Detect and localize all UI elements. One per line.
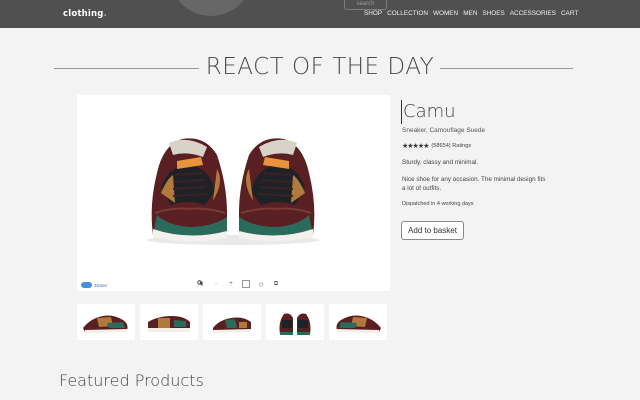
minus-icon[interactable]: – (212, 280, 220, 288)
rating-count: (58654) Ratings (431, 143, 472, 149)
menu-item-collection[interactable]: COLLECTION (387, 10, 428, 17)
search-button[interactable]: search (344, 0, 387, 10)
product-subtitle: Sneaker, Camouflage Suede (402, 127, 486, 134)
thumbnail-2[interactable] (140, 304, 198, 340)
product-3d-viewer[interactable]: 3Dsee ■ – + ◇ ⧉ (77, 95, 390, 291)
viewer-badge-label: 3Dsee (94, 282, 108, 288)
plus-icon[interactable]: + (227, 280, 235, 288)
thumbnail-5[interactable] (329, 304, 387, 340)
page-title: REACT OF THE DAY (0, 54, 640, 80)
fullscreen-icon[interactable]: ⧉ (272, 280, 280, 288)
page-title-text: REACT OF THE DAY (199, 54, 441, 80)
add-to-basket-button[interactable]: Add to basket (401, 221, 464, 240)
thumbnail-1[interactable] (77, 304, 135, 340)
product-name: Camu (403, 101, 456, 122)
thumbnail-3[interactable] (203, 304, 261, 340)
viewer-badge[interactable]: 3Dsee (81, 282, 107, 288)
shipping-info: Dispatched in 4 working days (402, 201, 474, 207)
menu-item-cart[interactable]: CART (561, 10, 578, 17)
product-tagline: Sturdy, classy and minimal. (402, 159, 479, 166)
product-rating[interactable]: ★★★★★ (58654) Ratings (402, 142, 471, 150)
zoom-icon[interactable] (197, 280, 250, 288)
brand-logo[interactable]: clothing. (63, 9, 107, 19)
thumbnail-strip (77, 304, 387, 340)
brand-name[interactable]: clothing (63, 9, 104, 19)
product-description: Nice shoe for any occasion. The minimal … (402, 176, 546, 192)
thumbnail-4[interactable] (266, 304, 324, 340)
text-cursor (401, 100, 402, 124)
featured-products-heading: Featured Products (59, 371, 204, 390)
top-navbar: search clothing. SHOP COLLECTION WOMEN M… (0, 0, 640, 28)
menu-item-shoes[interactable]: SHOES (482, 10, 504, 17)
menu-item-women[interactable]: WOMEN (433, 10, 458, 17)
brand-dot: . (103, 9, 107, 19)
menu-item-shop[interactable]: SHOP (364, 10, 382, 17)
rotate-icon[interactable]: ◇ (257, 280, 265, 288)
viewer-toolbar: ■ – + ◇ ⧉ (197, 280, 280, 288)
nav-decoration (172, 0, 250, 16)
menu-item-accessories[interactable]: ACCESSORIES (510, 10, 556, 17)
menu-item-men[interactable]: MEN (463, 10, 477, 17)
star-icon: ★★★★★ (402, 143, 429, 150)
shoe-image (147, 138, 319, 245)
main-menu: SHOP COLLECTION WOMEN MEN SHOES ACCESSOR… (364, 10, 578, 17)
badge-logo-icon (81, 282, 92, 288)
